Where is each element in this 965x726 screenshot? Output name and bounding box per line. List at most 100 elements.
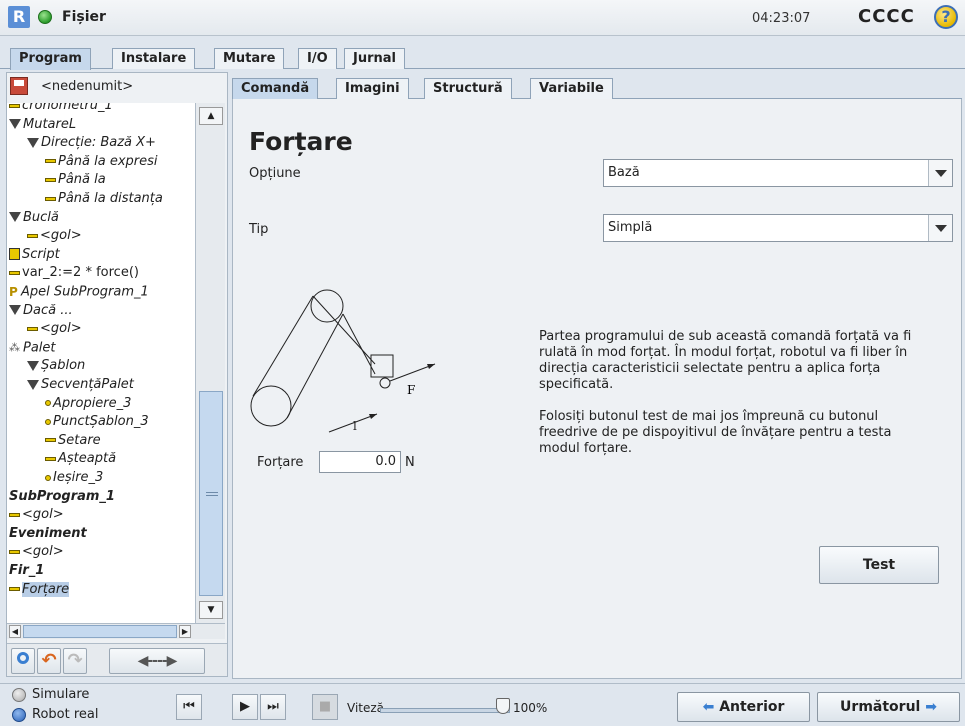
- option-dropdown[interactable]: Bază: [603, 159, 953, 187]
- tree-node[interactable]: Setare: [45, 432, 101, 450]
- move-node-button[interactable]: ◀----▶: [109, 648, 205, 674]
- option-label: Opțiune: [249, 166, 301, 181]
- simulation-radio[interactable]: [12, 688, 26, 702]
- line-icon: [45, 177, 56, 182]
- tab-jurnal[interactable]: Jurnal: [344, 48, 405, 69]
- tree-node-label: cronometru_1: [22, 103, 113, 113]
- description-paragraph-2: Folosiți butonul test de mai jos împreun…: [539, 409, 892, 456]
- tab-structura[interactable]: Structură: [424, 78, 512, 99]
- search-button[interactable]: [11, 648, 35, 674]
- line-icon: [27, 326, 38, 331]
- tree-node[interactable]: MutareL: [9, 116, 76, 134]
- tree-node-label: Apropiere_3: [53, 395, 132, 411]
- tree-node[interactable]: <gol>: [9, 506, 64, 524]
- tab-comanda[interactable]: Comandă: [232, 78, 319, 99]
- help-icon[interactable]: ?: [934, 5, 958, 29]
- scroll-left-icon[interactable]: ◀: [9, 625, 21, 638]
- force-diagram-illustration: F: [250, 289, 436, 433]
- step-forward-button[interactable]: ⏭: [260, 694, 286, 720]
- simulation-label: Simulare: [32, 687, 90, 702]
- next-button[interactable]: Următorul ➡: [817, 692, 960, 722]
- tree-node[interactable]: Până la expresi: [45, 153, 158, 171]
- tree-vertical-scrollbar[interactable]: ▲ ▼: [195, 103, 225, 623]
- tree-node[interactable]: var_2:=2 * force(): [9, 264, 139, 282]
- next-label: Următorul: [840, 699, 921, 715]
- program-name: <nedenumit>: [41, 79, 134, 94]
- dot-icon: [45, 474, 51, 481]
- program-tree-panel: <nedenumit> cronometru_1 MutareL Direcție:…: [6, 72, 228, 677]
- play-icon: ▶: [240, 699, 250, 714]
- description-paragraph-1: Partea programului de sub această comand…: [539, 329, 912, 392]
- tree-node[interactable]: Până la: [45, 171, 106, 189]
- robot-name: CCCC: [858, 6, 915, 27]
- tree-node[interactable]: Buclă: [9, 209, 59, 227]
- tree-node[interactable]: Șablon: [27, 357, 85, 375]
- option-value: Bază: [608, 165, 640, 180]
- tree-node[interactable]: Forțare: [9, 581, 70, 599]
- tree-node[interactable]: SubProgram_1: [9, 488, 115, 506]
- force-unit: N: [405, 455, 415, 470]
- stop-icon: ■: [318, 699, 332, 714]
- tree-node-label: <gol>: [22, 544, 64, 560]
- skip-back-button[interactable]: ⏮: [176, 694, 202, 720]
- status-indicator-icon: [38, 10, 52, 24]
- tree-toolbar: ↶ ↷ ◀----▶: [7, 643, 227, 676]
- scroll-right-icon[interactable]: ▶: [179, 625, 191, 638]
- description: Partea programului de sub această comand…: [539, 329, 934, 473]
- force-value-input[interactable]: 0.0: [319, 451, 401, 473]
- speed-slider-handle[interactable]: [496, 698, 510, 714]
- tree-node-label: Script: [22, 246, 60, 262]
- stop-button[interactable]: ■: [312, 694, 338, 720]
- tree-node[interactable]: <gol>: [27, 227, 82, 245]
- scroll-up-icon[interactable]: ▲: [199, 107, 223, 125]
- play-button[interactable]: ▶: [232, 694, 258, 720]
- tree-node-label: PunctȘablon_3: [53, 414, 149, 430]
- tree-node[interactable]: SecvențăPalet: [27, 376, 134, 394]
- tree-node[interactable]: Ieșire_3: [45, 469, 103, 487]
- tree-horizontal-scrollbar[interactable]: ◀ ▶: [7, 623, 225, 639]
- tree-node-label: Fir_1: [9, 563, 45, 578]
- clock: 04:23:07: [752, 11, 811, 26]
- tree-node[interactable]: ⁂ Palet: [9, 339, 56, 357]
- type-dropdown[interactable]: Simplă: [603, 214, 953, 242]
- speed-slider[interactable]: [380, 708, 510, 713]
- tree-node-label: <gol>: [22, 507, 64, 523]
- save-icon[interactable]: [10, 77, 28, 95]
- test-button[interactable]: Test: [819, 546, 939, 584]
- undo-button[interactable]: ↶: [37, 648, 61, 674]
- tree-node[interactable]: <gol>: [9, 543, 64, 561]
- tab-variabile[interactable]: Variabile: [530, 78, 613, 99]
- tree-node[interactable]: Fir_1: [9, 562, 44, 580]
- tab-io[interactable]: I/O: [298, 48, 337, 69]
- line-icon: [9, 512, 20, 517]
- tree-node[interactable]: Apropiere_3: [45, 395, 131, 413]
- tree-node-label: Palet: [23, 340, 56, 356]
- real-robot-radio[interactable]: [12, 708, 26, 722]
- line-icon: [9, 587, 20, 592]
- tab-imagini[interactable]: Imagini: [336, 78, 409, 99]
- tree-node[interactable]: Dacă ...: [9, 302, 73, 320]
- tab-instalare[interactable]: Instalare: [112, 48, 196, 69]
- tree-node[interactable]: Script: [9, 246, 60, 264]
- tree-node[interactable]: Așteaptă: [45, 450, 116, 468]
- tree-node[interactable]: cronometru_1: [9, 103, 113, 115]
- tree-node-label: Până la expresi: [58, 153, 158, 169]
- tree-node[interactable]: Până la distanța: [45, 190, 163, 208]
- hscrollbar-thumb[interactable]: [23, 625, 177, 638]
- tab-program[interactable]: Program: [10, 48, 91, 70]
- tree-node[interactable]: <gol>: [27, 320, 82, 338]
- tab-mutare[interactable]: Mutare: [214, 48, 285, 69]
- file-menu[interactable]: Fișier: [62, 9, 106, 25]
- redo-button[interactable]: ↷: [63, 648, 87, 674]
- tree-node[interactable]: Eveniment: [9, 525, 87, 543]
- scrollbar-thumb[interactable]: [199, 391, 223, 596]
- tree-node[interactable]: Direcție: Bază X+: [27, 134, 156, 152]
- tree-node-label: Până la distanța: [58, 191, 163, 206]
- redo-icon: ↷: [67, 650, 83, 671]
- previous-button[interactable]: ⬅ Anterior: [677, 692, 810, 722]
- tree-node-label: Eveniment: [9, 525, 87, 541]
- tree-node[interactable]: P Apel SubProgram_1: [9, 283, 149, 301]
- tree-node[interactable]: PunctȘablon_3: [45, 413, 149, 431]
- call-icon: P: [9, 285, 18, 299]
- scroll-down-icon[interactable]: ▼: [199, 601, 223, 619]
